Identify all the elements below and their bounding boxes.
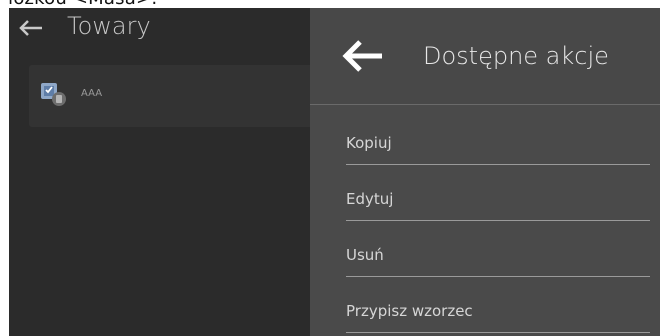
panel-title: Dostępne akcje <box>423 42 609 70</box>
menu-item-label: Przypisz wzorzec <box>346 302 473 320</box>
product-name: AAA <box>81 88 103 99</box>
device-screen: Towary AAA Dostępne akcje Kopiuj Edytuj … <box>9 8 660 336</box>
menu-item-edytuj[interactable]: Edytuj <box>346 176 650 221</box>
menu-item-label: Usuń <box>346 246 384 264</box>
menu-item-label: Kopiuj <box>346 134 392 152</box>
arrow-left-icon[interactable] <box>340 36 384 76</box>
menu-item-przypisz-wzorzec[interactable]: Przypisz wzorzec <box>346 288 650 333</box>
product-scale-icon <box>39 81 67 107</box>
actions-panel: Dostępne akcje Kopiuj Edytuj Usuń Przypi… <box>310 8 660 336</box>
arrow-left-icon-graphic <box>19 20 42 36</box>
page-title: Towary <box>67 12 151 40</box>
towary-header: Towary <box>9 8 309 56</box>
panel-header: Dostępne akcje <box>310 8 660 105</box>
menu-item-label: Edytuj <box>346 190 394 208</box>
menu-item-usun[interactable]: Usuń <box>346 232 650 277</box>
menu-item-kopiuj[interactable]: Kopiuj <box>346 120 650 165</box>
panel-back-arrow-graphic <box>342 40 382 72</box>
list-item[interactable]: AAA <box>29 65 314 127</box>
arrow-left-icon[interactable] <box>18 18 46 42</box>
screenshot-frame: łożkou <Masa>: Towary <box>0 0 672 336</box>
